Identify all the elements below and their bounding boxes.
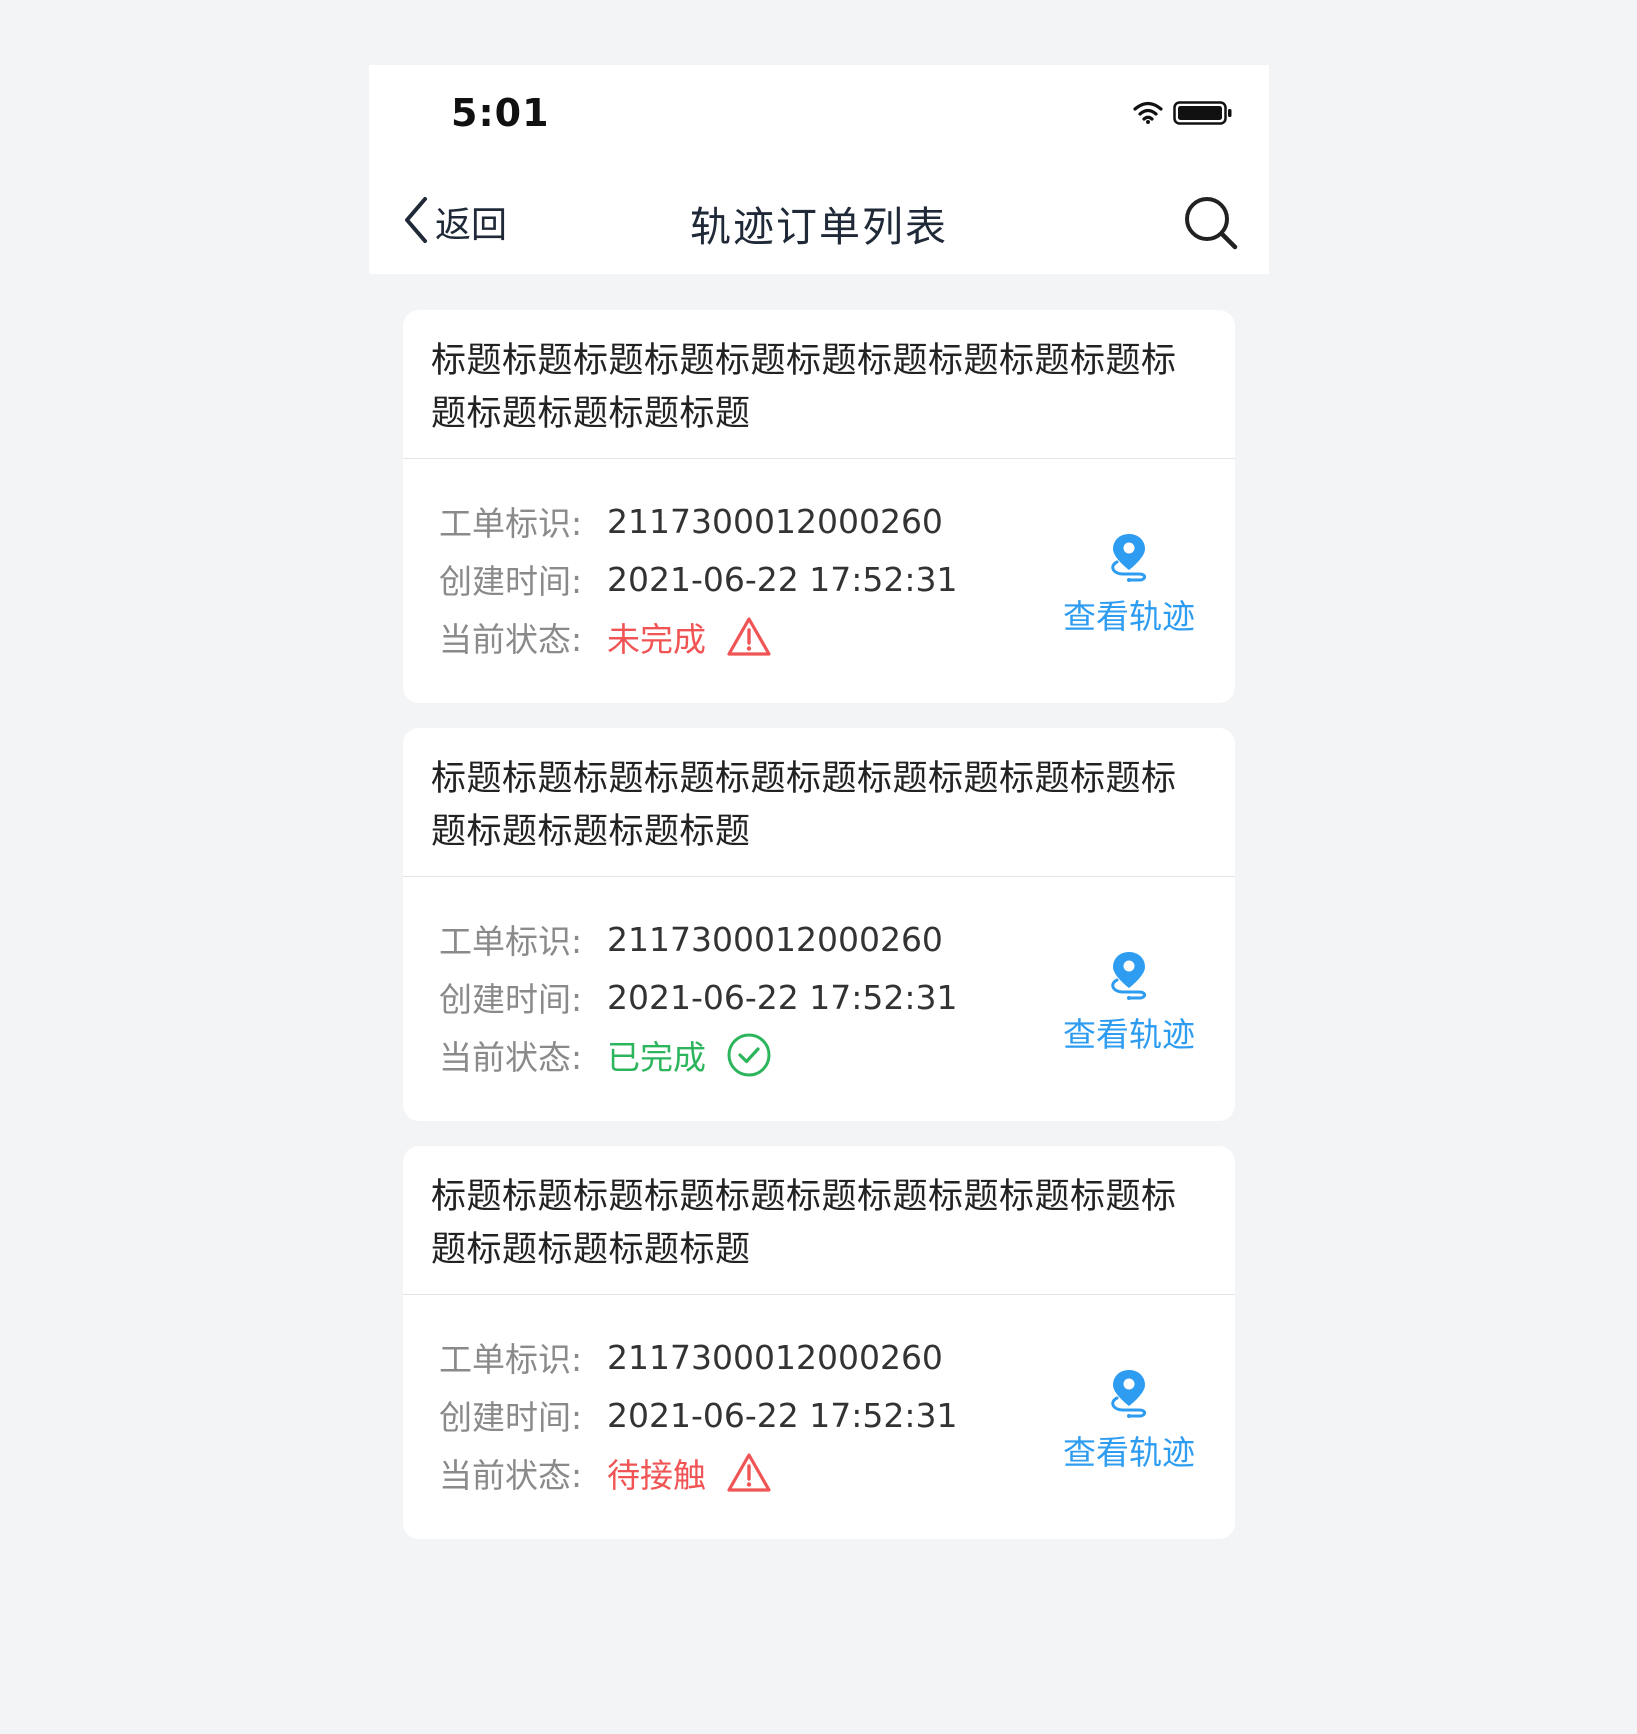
divider: [403, 876, 1235, 877]
wifi-icon: [1133, 101, 1163, 129]
status-label: 当前状态:: [439, 1038, 583, 1077]
warning-icon: [726, 616, 772, 658]
status-icons: [1133, 101, 1233, 129]
page-title: 轨迹订单列表: [690, 203, 948, 251]
view-track-label: 查看轨迹: [1063, 1015, 1195, 1054]
created-time-label: 创建时间:: [439, 980, 583, 1019]
status-value: 待接触: [607, 1456, 706, 1495]
order-id-value: 2117300012000260: [607, 501, 943, 541]
created-time-row: 创建时间: 2021-06-22 17:52:31: [439, 550, 957, 608]
order-card: 标题标题标题标题标题标题标题标题标题标题标题标题标题标题标题 工单标识: 211…: [403, 728, 1235, 1121]
divider: [403, 458, 1235, 459]
status-value: 已完成: [607, 1038, 706, 1077]
view-track-label: 查看轨迹: [1063, 1433, 1195, 1472]
order-title: 标题标题标题标题标题标题标题标题标题标题标题标题标题标题标题: [431, 341, 1177, 434]
status-row: 当前状态: 已完成: [439, 1026, 957, 1084]
view-track-button[interactable]: 查看轨迹: [1059, 1368, 1199, 1474]
status-value: 未完成: [607, 620, 706, 659]
search-icon: [1183, 197, 1239, 255]
created-time-value: 2021-06-22 17:52:31: [607, 559, 958, 599]
view-track-button[interactable]: 查看轨迹: [1059, 950, 1199, 1056]
status-label: 当前状态:: [439, 620, 583, 659]
order-title: 标题标题标题标题标题标题标题标题标题标题标题标题标题标题标题: [431, 1177, 1177, 1270]
order-id-value: 2117300012000260: [607, 1337, 943, 1377]
created-time-value: 2021-06-22 17:52:31: [607, 1395, 958, 1435]
view-track-button[interactable]: 查看轨迹: [1059, 532, 1199, 638]
order-info: 工单标识: 2117300012000260 创建时间: 2021-06-22 …: [439, 492, 957, 666]
order-id-row: 工单标识: 2117300012000260: [439, 492, 957, 550]
order-id-row: 工单标识: 2117300012000260: [439, 910, 957, 968]
order-info: 工单标识: 2117300012000260 创建时间: 2021-06-22 …: [439, 910, 957, 1084]
created-time-label: 创建时间:: [439, 1398, 583, 1437]
search-button[interactable]: [1183, 195, 1239, 255]
order-info: 工单标识: 2117300012000260 创建时间: 2021-06-22 …: [439, 1328, 957, 1502]
status-row: 当前状态: 待接触: [439, 1444, 957, 1502]
order-card: 标题标题标题标题标题标题标题标题标题标题标题标题标题标题标题 工单标识: 211…: [403, 310, 1235, 703]
order-id-label: 工单标识:: [439, 922, 583, 961]
battery-icon: [1173, 101, 1233, 129]
order-id-label: 工单标识:: [439, 1340, 583, 1379]
map-pin-route-icon: [1105, 950, 1153, 1004]
map-pin-route-icon: [1105, 532, 1153, 586]
created-time-label: 创建时间:: [439, 562, 583, 601]
order-id-row: 工单标识: 2117300012000260: [439, 1328, 957, 1386]
order-id-label: 工单标识:: [439, 504, 583, 543]
status-label: 当前状态:: [439, 1456, 583, 1495]
created-time-row: 创建时间: 2021-06-22 17:52:31: [439, 968, 957, 1026]
status-time: 5:01: [451, 91, 550, 135]
divider: [403, 1294, 1235, 1295]
order-card: 标题标题标题标题标题标题标题标题标题标题标题标题标题标题标题 工单标识: 211…: [403, 1146, 1235, 1539]
view-track-label: 查看轨迹: [1063, 597, 1195, 636]
top-bar: 5:01 返回 轨迹订单列表: [369, 65, 1269, 274]
phone-screen: 5:01 返回 轨迹订单列表 标题标题标题标题标题标题标题标题标题标题标题标题标…: [369, 65, 1269, 1539]
check-circle-icon: [726, 1032, 772, 1078]
order-id-value: 2117300012000260: [607, 919, 943, 959]
order-title: 标题标题标题标题标题标题标题标题标题标题标题标题标题标题标题: [431, 759, 1177, 852]
warning-icon: [726, 1452, 772, 1494]
created-time-row: 创建时间: 2021-06-22 17:52:31: [439, 1386, 957, 1444]
created-time-value: 2021-06-22 17:52:31: [607, 977, 958, 1017]
map-pin-route-icon: [1105, 1368, 1153, 1422]
status-row: 当前状态: 未完成: [439, 608, 957, 666]
